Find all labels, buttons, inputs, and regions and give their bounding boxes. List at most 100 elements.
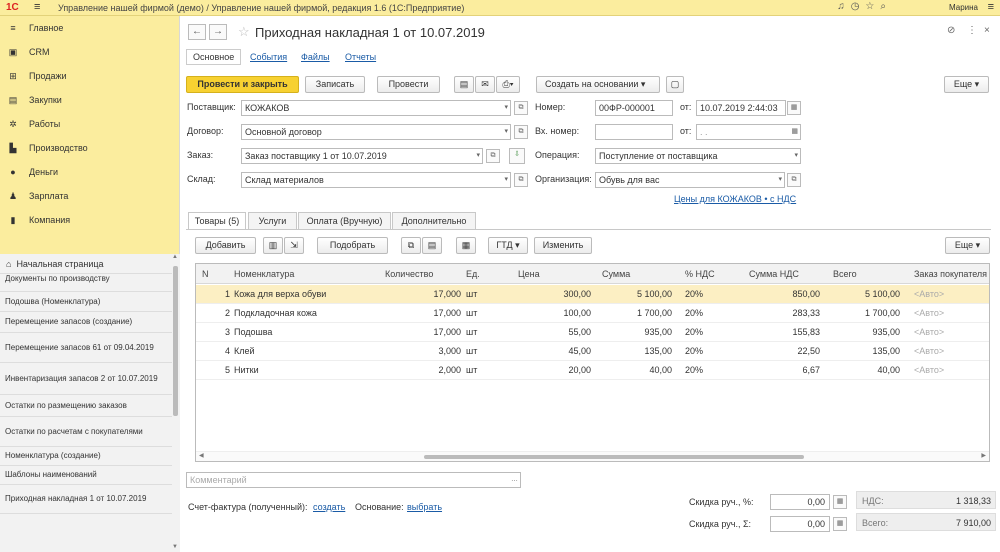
column-header[interactable]: Сумма НДС (749, 269, 799, 279)
column-header[interactable]: Заказ покупателя (914, 269, 987, 279)
tab-goods[interactable]: Товары (5) (188, 212, 246, 230)
barcode-icon[interactable]: ▥ (263, 237, 283, 254)
sidebar-section-4[interactable]: ✲ Работы (0, 112, 180, 136)
paste-rows-icon[interactable]: ▤ (422, 237, 442, 254)
number-field[interactable]: 00ФР-000001 (595, 100, 673, 116)
scroll-left-icon[interactable]: ◀ (199, 452, 204, 459)
bell-icon[interactable]: ♫ (837, 1, 851, 12)
close-icon[interactable]: × (984, 25, 990, 36)
tab-files[interactable]: Файлы (301, 52, 330, 62)
main-menu-icon[interactable]: ≡ (34, 1, 40, 13)
history-icon[interactable]: ◷ (851, 1, 866, 12)
column-header[interactable]: Количество (385, 269, 433, 279)
user-name[interactable]: Марина (949, 3, 978, 12)
contract-field[interactable]: Основной договор ▾ (241, 124, 511, 140)
copy-rows-icon[interactable]: ⧉ (401, 237, 421, 254)
table-row[interactable]: 5 Нитки 2,000 шт 20,00 40,00 20% 6,67 40,00 <Авто… (196, 361, 989, 380)
favorite-star-icon[interactable]: ☆ (238, 24, 250, 40)
pick-button[interactable]: Подобрать (317, 237, 388, 254)
history-scrollbar[interactable]: ▲ ▼ (172, 254, 180, 552)
scroll-down-icon[interactable]: ▼ (172, 544, 178, 550)
sidebar-section-7[interactable]: ♟ Зарплата (0, 184, 180, 208)
tab-payment[interactable]: Оплата (Вручную) (298, 212, 391, 229)
dropdown-icon[interactable]: ▾ (504, 173, 508, 187)
dropdown-icon[interactable]: ▾ (476, 149, 480, 163)
table-row[interactable]: 1 Кожа для верха обуви 17,000 шт 300,00 5 100… (196, 285, 989, 304)
forward-button[interactable]: → (209, 24, 227, 40)
basis-select-link[interactable]: выбрать (407, 502, 442, 512)
discount-sum-icon[interactable]: ▦ (833, 517, 847, 531)
in-date-field[interactable]: . . ▦ (696, 124, 801, 140)
settings-menu-icon[interactable]: ≡ (988, 1, 994, 13)
history-item[interactable]: Перемещение запасов (создание) (0, 312, 172, 333)
save-button[interactable]: Записать (305, 76, 365, 93)
table-hscrollbar[interactable]: ◀ ▶ (196, 451, 989, 461)
dropdown-icon[interactable]: ▾ (504, 125, 508, 139)
post-button[interactable]: Провести (377, 76, 440, 93)
invoice-create-link[interactable]: создать (313, 502, 345, 512)
history-item[interactable]: Приходная накладная 1 от 10.07.2019 (0, 485, 172, 514)
date-field[interactable]: 10.07.2019 2:44:03 (696, 100, 786, 116)
more-vert-icon[interactable]: ⋮ (967, 25, 977, 36)
tab-services[interactable]: Услуги (248, 212, 297, 229)
open-order-icon[interactable]: ⧉ (486, 149, 500, 163)
add-row-button[interactable]: Добавить (195, 237, 256, 254)
table-row[interactable]: 2 Подкладочная кожа 17,000 шт 100,00 1 700,00… (196, 304, 989, 323)
discount-sum-field[interactable]: 0,00 (770, 516, 830, 532)
tab-reports[interactable]: Отчеты (345, 52, 376, 62)
open-comment-icon[interactable]: … (511, 473, 518, 487)
grid-more-button[interactable]: Еще ▾ (945, 237, 990, 254)
print-icon[interactable]: ⎙▾ (496, 76, 520, 93)
operation-field[interactable]: Поступление от поставщика ▾ (595, 148, 801, 164)
org-field[interactable]: Обувь для вас ▾ (595, 172, 785, 188)
open-org-icon[interactable]: ⧉ (787, 173, 801, 187)
favorites-icon[interactable]: ☆ (865, 1, 880, 12)
history-item[interactable]: Перемещение запасов 61 от 09.04.2019 (0, 333, 172, 363)
back-button[interactable]: ← (188, 24, 206, 40)
calendar-icon[interactable]: ▦ (787, 101, 801, 115)
table-row[interactable]: 3 Подошва 17,000 шт 55,00 935,00 20% 155,83 935,… (196, 323, 989, 342)
change-button[interactable]: Изменить (534, 237, 592, 254)
column-header[interactable]: Всего (833, 269, 857, 279)
column-header[interactable]: Ед. (466, 269, 480, 279)
create-based-on-button[interactable]: Создать на основании ▾ (536, 76, 660, 93)
column-header[interactable]: Цена (518, 269, 540, 279)
order-field[interactable]: Заказ поставщику 1 от 10.07.2019 ▾ (241, 148, 483, 164)
sidebar-section-0[interactable]: ≡ Главное (0, 16, 180, 40)
sidebar-section-8[interactable]: ▮ Компания (0, 208, 180, 232)
history-item[interactable]: Инвентаризация запасов 2 от 10.07.2019 (0, 363, 172, 395)
open-warehouse-icon[interactable]: ⧉ (514, 173, 528, 187)
column-header[interactable]: Сумма (602, 269, 630, 279)
more-button[interactable]: Еще ▾ (944, 76, 989, 93)
calendar-icon[interactable]: ▦ (791, 125, 798, 139)
warehouse-field[interactable]: Склад материалов ▾ (241, 172, 511, 188)
post-and-close-button[interactable]: Провести и закрыть (186, 76, 299, 93)
tab-main[interactable]: Основное (186, 49, 242, 65)
search-icon[interactable]: ⌕ (880, 1, 892, 12)
supplier-field[interactable]: КОЖАКОВ ▾ (241, 100, 511, 116)
table-settings-icon[interactable]: ▦ (456, 237, 476, 254)
sidebar-section-1[interactable]: ▣ CRM (0, 40, 180, 64)
dropdown-icon[interactable]: ▾ (778, 173, 782, 187)
fill-by-order-icon[interactable]: ⇩ (509, 148, 525, 164)
gtd-button[interactable]: ГТД ▾ (488, 237, 528, 254)
link-icon[interactable]: ⊘ (947, 25, 955, 36)
scroll-thumb[interactable] (173, 266, 178, 416)
print-form-icon[interactable]: ▤ (454, 76, 474, 93)
table-row[interactable]: 4 Клей 3,000 шт 45,00 135,00 20% 22,50 135,00 <Ав… (196, 342, 989, 361)
history-item[interactable]: Документы по производству (0, 274, 172, 292)
column-header[interactable]: N (202, 269, 209, 279)
comment-field[interactable]: Комментарий… (186, 472, 521, 488)
discount-pct-icon[interactable]: ▦ (833, 495, 847, 509)
history-item[interactable]: Остатки по размещению заказов (0, 395, 172, 417)
sidebar-section-5[interactable]: ▙ Производство (0, 136, 180, 160)
column-header[interactable]: Номенклатура (234, 269, 294, 279)
history-home[interactable]: ⌂ Начальная страница (0, 254, 172, 274)
sidebar-section-6[interactable]: ● Деньги (0, 160, 180, 184)
hscroll-thumb[interactable] (424, 455, 804, 459)
open-contract-icon[interactable]: ⧉ (514, 125, 528, 139)
structure-icon[interactable]: ▢ (666, 76, 684, 93)
scroll-up-icon[interactable]: ▲ (172, 254, 178, 260)
scroll-right-icon[interactable]: ▶ (981, 452, 986, 459)
prices-link[interactable]: Цены для КОЖАКОВ • с НДС (674, 194, 796, 204)
